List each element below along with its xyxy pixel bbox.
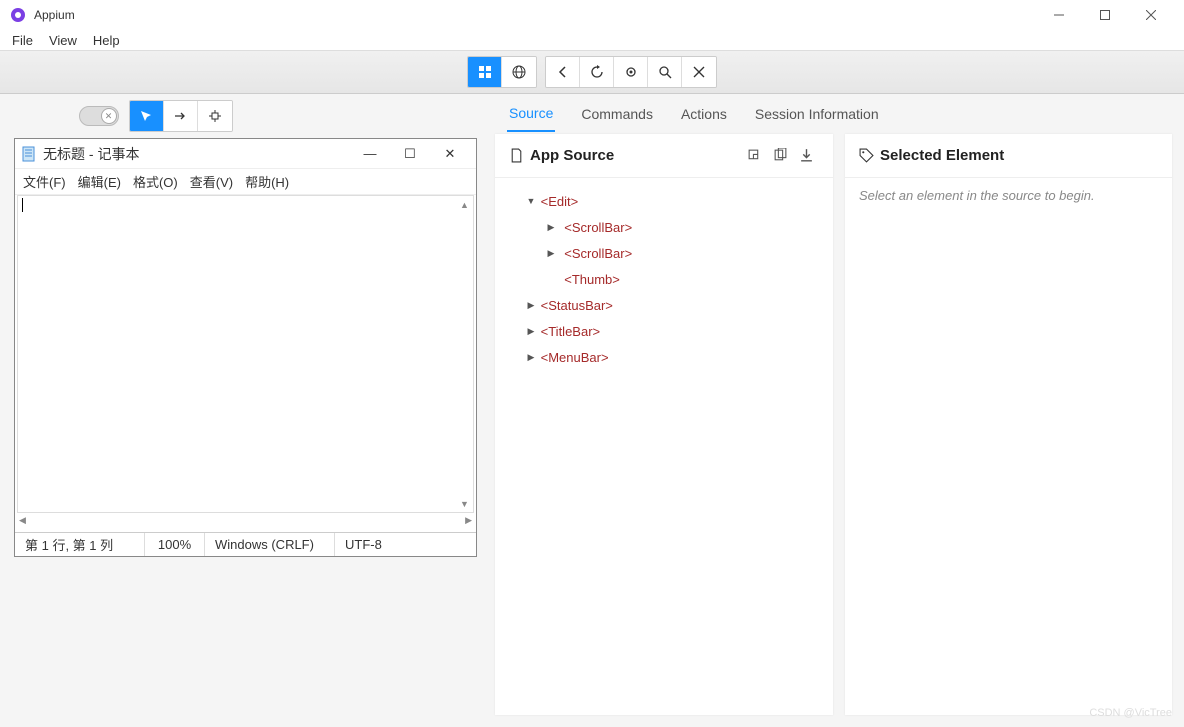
tree-node-titlebar[interactable]: ▶ <TitleBar> xyxy=(509,318,819,344)
scroll-down-icon: ▼ xyxy=(456,495,473,512)
action-group xyxy=(545,56,717,88)
menu-help[interactable]: Help xyxy=(85,31,128,50)
refresh-button[interactable] xyxy=(580,57,614,87)
notepad-maximize-icon: ☐ xyxy=(390,146,430,162)
notepad-statusbar: 第 1 行, 第 1 列 100% Windows (CRLF) UTF-8 xyxy=(15,532,476,556)
coordinates-button[interactable] xyxy=(198,101,232,131)
app-menubar: File View Help xyxy=(0,30,1184,50)
status-zoom: 100% xyxy=(145,533,205,556)
maximize-button[interactable] xyxy=(1082,0,1128,30)
selected-element-body: Select an element in the source to begin… xyxy=(845,178,1172,213)
tree-node-edit[interactable]: ▼ <Edit> xyxy=(509,188,819,214)
workspace: ✕ 无标题 - 记事本 — ☐ ✕ 文件(F) 编辑(E) 格式(O) 查看(V… xyxy=(0,94,1184,727)
back-button[interactable] xyxy=(546,57,580,87)
notepad-hscroll: ◀▶ xyxy=(15,515,476,532)
app-source-panel: App Source ▼ <Edit> ▶ <ScrollBar> ▶ <Scr… xyxy=(495,134,833,715)
record-button[interactable] xyxy=(614,57,648,87)
app-source-title: App Source xyxy=(530,147,614,164)
app-screenshot[interactable]: 无标题 - 记事本 — ☐ ✕ 文件(F) 编辑(E) 格式(O) 查看(V) … xyxy=(14,138,477,557)
notepad-menu-format: 格式(O) xyxy=(127,170,184,193)
tree-node-scrollbar-2[interactable]: ▶ <ScrollBar> xyxy=(509,240,819,266)
inspector-tabs: Source Commands Actions Session Informat… xyxy=(491,94,1184,134)
notepad-menu-help: 帮助(H) xyxy=(239,170,295,193)
download-button[interactable] xyxy=(793,148,819,163)
top-toolbar xyxy=(0,50,1184,94)
tree-node-scrollbar-1[interactable]: ▶ <ScrollBar> xyxy=(509,214,819,240)
select-element-button[interactable] xyxy=(130,101,164,131)
notepad-titlebar: 无标题 - 记事本 — ☐ ✕ xyxy=(15,139,476,169)
notepad-title: 无标题 - 记事本 xyxy=(43,144,350,164)
notepad-menu-view: 查看(V) xyxy=(184,170,239,193)
toggle-highlight[interactable]: ✕ xyxy=(79,106,119,126)
view-mode-group xyxy=(467,56,537,88)
notepad-icon xyxy=(21,146,37,162)
status-position: 第 1 行, 第 1 列 xyxy=(15,533,145,556)
menu-file[interactable]: File xyxy=(4,31,41,50)
notepad-close-icon: ✕ xyxy=(430,146,470,162)
notepad-menu-file: 文件(F) xyxy=(17,170,72,193)
notepad-menu-edit: 编辑(E) xyxy=(72,170,127,193)
copy-xml-button[interactable] xyxy=(741,148,767,163)
notepad-textarea: ▲ ▼ xyxy=(17,195,474,513)
notepad-menubar: 文件(F) 编辑(E) 格式(O) 查看(V) 帮助(H) xyxy=(15,169,476,195)
search-button[interactable] xyxy=(648,57,682,87)
tap-swipe-button[interactable] xyxy=(164,101,198,131)
quit-button[interactable] xyxy=(682,57,716,87)
selected-element-panel: Selected Element Select an element in th… xyxy=(845,134,1172,715)
inspector-area: Source Commands Actions Session Informat… xyxy=(491,94,1184,727)
selected-element-title: Selected Element xyxy=(880,147,1004,164)
web-mode-button[interactable] xyxy=(502,57,536,87)
minimize-button[interactable] xyxy=(1036,0,1082,30)
source-tree-body: ▼ <Edit> ▶ <ScrollBar> ▶ <ScrollBar> <Th… xyxy=(495,178,833,380)
tab-actions[interactable]: Actions xyxy=(679,97,729,131)
app-titlebar: Appium xyxy=(0,0,1184,30)
screenshot-tools: ✕ xyxy=(10,100,481,132)
window-controls xyxy=(1036,0,1174,30)
tag-icon xyxy=(859,148,874,163)
copy-button[interactable] xyxy=(767,148,793,163)
tab-session[interactable]: Session Information xyxy=(753,97,881,131)
selected-element-empty-text: Select an element in the source to begin… xyxy=(859,188,1158,203)
status-encoding: UTF-8 xyxy=(335,533,425,556)
selected-element-header: Selected Element xyxy=(845,134,1172,178)
file-icon xyxy=(509,148,524,163)
tree-node-thumb[interactable]: <Thumb> xyxy=(509,266,819,292)
appium-logo-icon xyxy=(10,7,26,23)
app-title: Appium xyxy=(34,8,1036,22)
panels: App Source ▼ <Edit> ▶ <ScrollBar> ▶ <Scr… xyxy=(491,134,1184,727)
tab-source[interactable]: Source xyxy=(507,96,555,132)
screenshot-pane: ✕ 无标题 - 记事本 — ☐ ✕ 文件(F) 编辑(E) 格式(O) 查看(V… xyxy=(0,94,491,727)
watermark: CSDN @VicTree xyxy=(1089,707,1172,719)
tree-node-menubar[interactable]: ▶ <MenuBar> xyxy=(509,344,819,370)
menu-view[interactable]: View xyxy=(41,31,85,50)
app-source-header: App Source xyxy=(495,134,833,178)
tree-node-statusbar[interactable]: ▶ <StatusBar> xyxy=(509,292,819,318)
inspect-group xyxy=(129,100,233,132)
source-tree: ▼ <Edit> ▶ <ScrollBar> ▶ <ScrollBar> <Th… xyxy=(509,188,819,370)
notepad-minimize-icon: — xyxy=(350,146,390,161)
scroll-up-icon: ▲ xyxy=(456,196,473,213)
native-mode-button[interactable] xyxy=(468,57,502,87)
status-eol: Windows (CRLF) xyxy=(205,533,335,556)
close-button[interactable] xyxy=(1128,0,1174,30)
text-cursor xyxy=(22,198,23,212)
tab-commands[interactable]: Commands xyxy=(579,97,655,131)
